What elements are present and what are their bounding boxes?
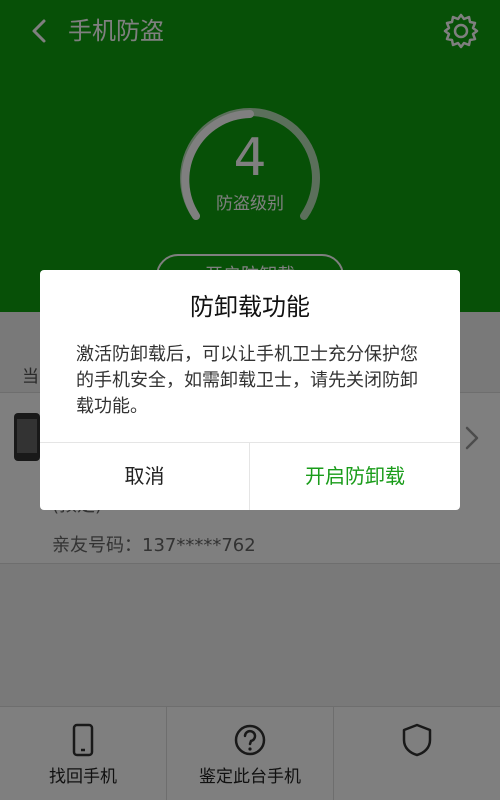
app-screen: 手机防盗 4 防盗级别 开启防卸载 当 (预 (0, 0, 500, 800)
cancel-button[interactable]: 取消 (40, 443, 250, 510)
dialog-message: 激活防卸载后，可以让手机卫士充分保护您的手机安全，如需卸载卫士，请先关闭防卸载功… (76, 344, 418, 417)
confirm-enable-button[interactable]: 开启防卸载 (250, 443, 460, 510)
dialog-title: 防卸载功能 (190, 293, 310, 321)
anti-uninstall-dialog: 防卸载功能 激活防卸载后，可以让手机卫士充分保护您的手机安全，如需卸载卫士，请先… (40, 270, 460, 510)
